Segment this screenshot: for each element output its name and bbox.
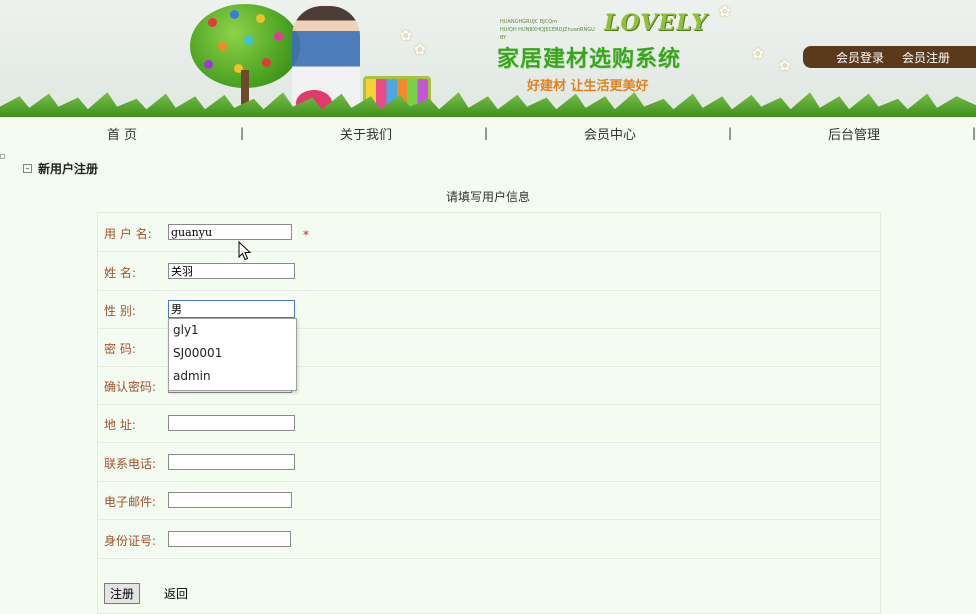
gender-label: 性 别: — [104, 304, 136, 318]
flower-icon: ✿ — [414, 42, 426, 58]
phone-input[interactable] — [168, 454, 295, 470]
flower-icon: ✿ — [719, 4, 731, 20]
autocomplete-dropdown: gly1 SJ00001 admin — [168, 318, 297, 391]
id-number-input[interactable] — [168, 531, 291, 547]
username-input[interactable] — [168, 224, 292, 240]
username-label: 用 户 名: — [104, 227, 152, 241]
section-title-text: 新用户注册 — [38, 162, 99, 176]
autocomplete-option[interactable]: SJ00001 — [169, 342, 296, 365]
name-input[interactable] — [168, 263, 295, 279]
address-input[interactable] — [168, 415, 295, 431]
registration-form: 用 户 名: * 姓 名: 性 别: 密 码: 确认密码: 地 址: 联系电话:… — [97, 212, 881, 614]
address-label: 地 址: — [104, 418, 136, 432]
logo-brand: LOVELY — [604, 10, 708, 36]
collapse-square-icon — [23, 164, 32, 173]
register-button[interactable]: 注册 — [104, 583, 141, 604]
section-title: 新用户注册 — [23, 160, 98, 177]
id-number-label: 身份证号: — [104, 534, 157, 548]
form-row-username: 用 户 名: * — [98, 213, 880, 252]
nav-item-home[interactable]: 首 页 | — [0, 124, 244, 143]
form-row-id-number: 身份证号: — [98, 520, 880, 559]
confirm-password-label: 确认密码: — [104, 380, 157, 394]
nav-item-admin[interactable]: 后台管理 | — [732, 124, 976, 143]
autocomplete-option[interactable]: gly1 — [169, 319, 296, 342]
site-slogan: 好建材 让生活更美好 — [527, 79, 649, 94]
member-login-link[interactable]: 会员登录 — [836, 49, 884, 66]
logo-small-text: HUANGHGRUJC BJCQm HUIQH HUNBXHQJECEROJZh… — [500, 19, 595, 41]
login-bar: 会员登录 会员注册 — [803, 46, 976, 68]
decor-dot — [0, 154, 5, 159]
nav-item-label: 关于我们 — [339, 127, 392, 143]
gender-input[interactable] — [168, 300, 295, 318]
nav-item-about[interactable]: 关于我们 | — [244, 124, 488, 143]
form-row-email: 电子邮件: — [98, 481, 880, 520]
nav-item-label: 会员中心 — [583, 127, 636, 143]
member-register-link[interactable]: 会员注册 — [902, 49, 950, 66]
form-buttons: 注册 返回 — [104, 583, 194, 604]
mouse-pointer-icon — [238, 241, 252, 261]
nav-item-label: 首 页 — [106, 127, 138, 143]
nav-separator: | — [971, 125, 976, 140]
back-button[interactable]: 返回 — [158, 583, 194, 604]
form-row-phone: 联系电话: — [98, 443, 880, 482]
nav-item-member-center[interactable]: 会员中心 | — [488, 124, 732, 143]
site-title: 家居建材选购系统 — [497, 47, 682, 72]
nav-item-label: 后台管理 — [827, 127, 880, 143]
main-nav: 首 页 | 关于我们 | 会员中心 | 后台管理 | — [0, 122, 976, 144]
form-row-address: 地 址: — [98, 404, 880, 443]
password-label: 密 码: — [104, 342, 136, 356]
autocomplete-option[interactable]: admin — [169, 365, 296, 388]
required-mark: * — [303, 228, 309, 242]
name-label: 姓 名: — [104, 266, 136, 280]
email-input[interactable] — [168, 492, 292, 508]
flower-icon: ✿ — [779, 58, 791, 74]
phone-label: 联系电话: — [104, 457, 157, 471]
email-label: 电子邮件: — [104, 495, 157, 509]
form-row-name: 姓 名: — [98, 252, 880, 291]
flower-icon: ✿ — [752, 46, 764, 62]
flower-icon: ✿ — [400, 28, 412, 44]
grass-decoration — [0, 92, 976, 117]
header-banner: ✿ ✿ ✿ ✿ ✿ HUANGHGRUJC BJCQm HUIQH HUNBXH… — [0, 0, 976, 117]
form-caption: 请填写用户信息 — [445, 190, 530, 204]
